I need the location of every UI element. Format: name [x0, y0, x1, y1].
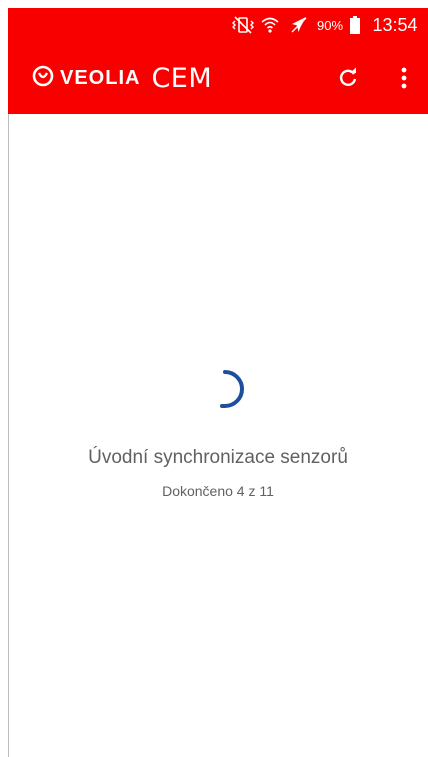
battery-percent: 90%: [316, 17, 344, 33]
loading-spinner-icon: [200, 364, 250, 419]
more-options-button[interactable]: [384, 60, 424, 100]
battery-icon: [348, 8, 362, 42]
sync-content: Úvodní synchronizace senzorů Dokončeno 4…: [8, 114, 428, 757]
brand-name: VEOLIA: [60, 66, 141, 89]
status-time: 13:54: [372, 14, 418, 35]
airplane-mode-icon: [286, 8, 312, 42]
refresh-button[interactable]: [328, 60, 368, 100]
vibrate-off-icon: [230, 8, 256, 42]
sync-title: Úvodní synchronizace senzorů: [88, 447, 348, 468]
app-screen: 90% 13:54 VEOLIA CEM Úvodní synchronizac…: [0, 0, 428, 757]
sync-progress-text: Dokončeno 4 z 11: [162, 483, 274, 499]
veolia-logo-icon: [32, 65, 54, 92]
app-bar: 90% 13:54 VEOLIA CEM: [8, 8, 428, 114]
more-vert-icon: [400, 67, 408, 94]
status-bar: 90% 13:54: [8, 8, 428, 42]
veolia-cem-logo: VEOLIA CEM: [32, 60, 212, 96]
refresh-icon: [337, 67, 359, 94]
wifi-icon: [258, 8, 282, 42]
app-name: CEM: [151, 62, 213, 94]
